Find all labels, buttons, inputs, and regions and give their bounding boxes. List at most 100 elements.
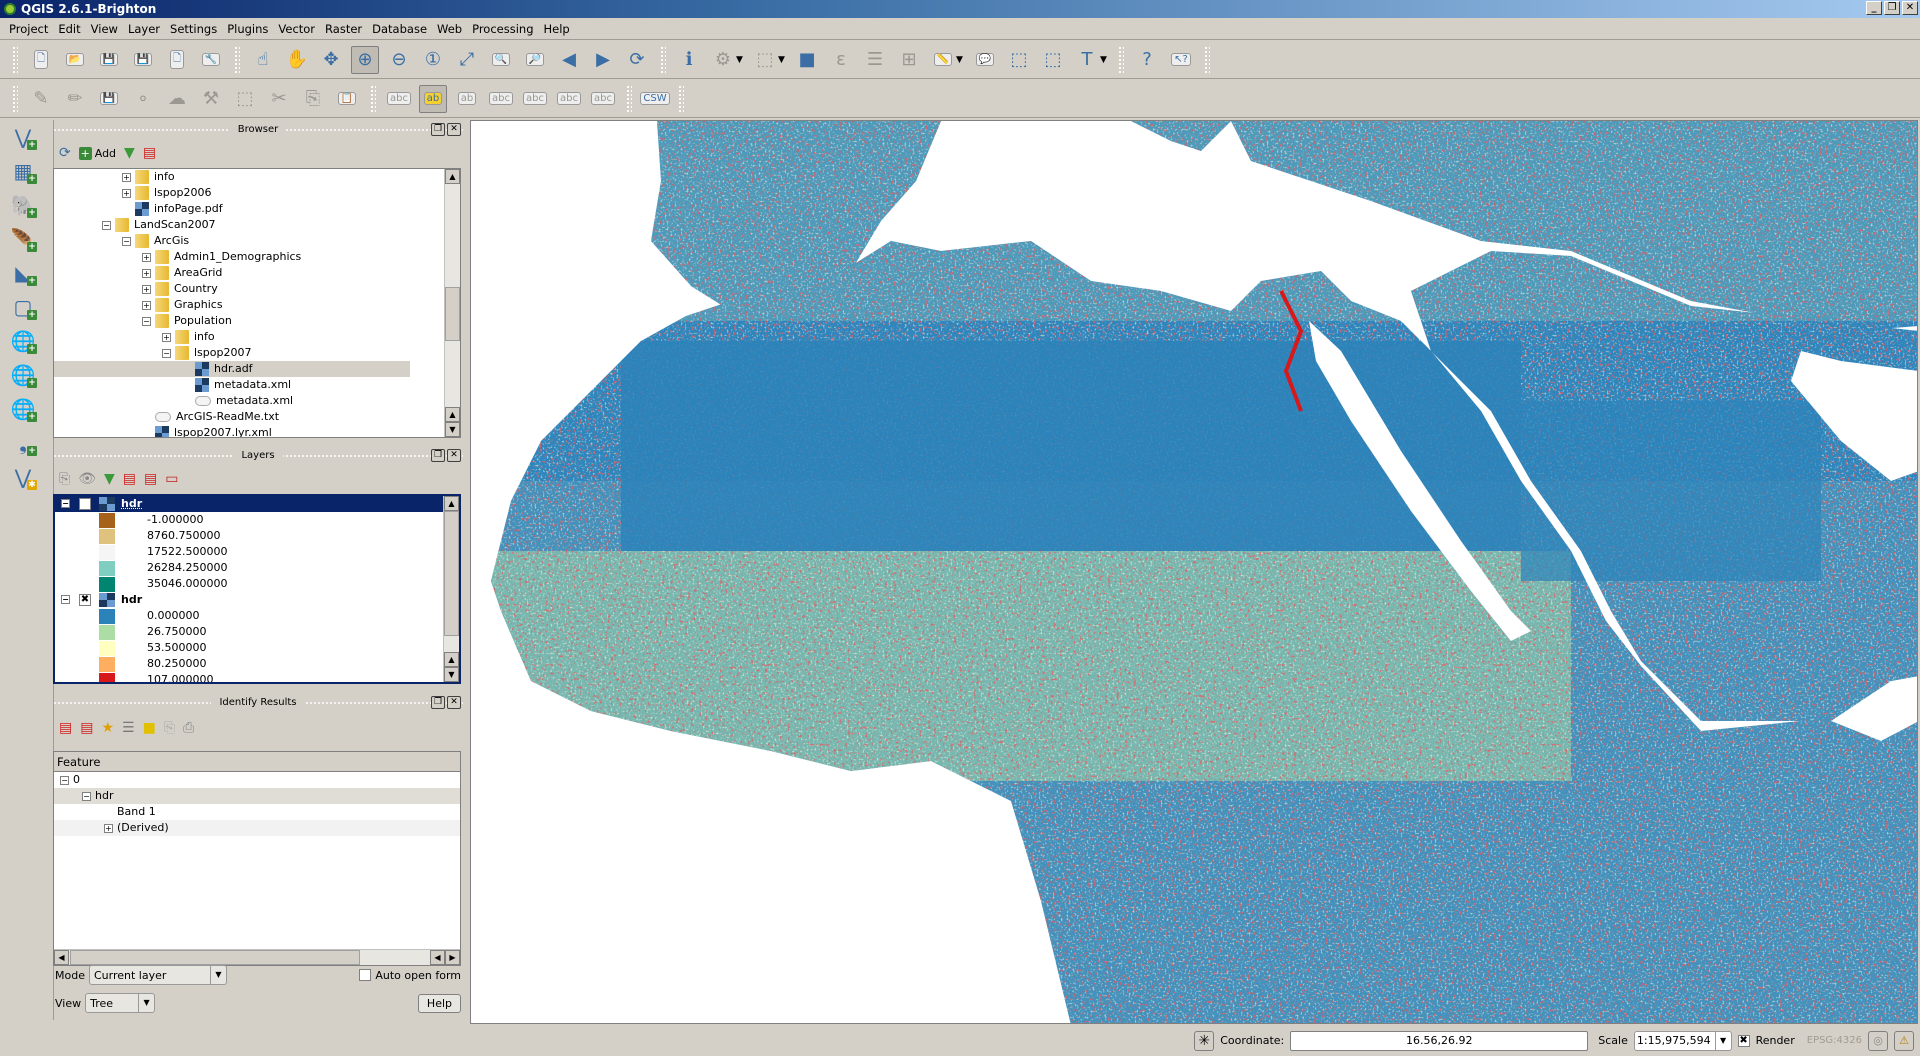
refresh-button[interactable]: ⟳ (623, 46, 651, 74)
browser-item[interactable]: + AreaGrid (54, 265, 460, 281)
manage-visibility-icon[interactable]: 👁 (78, 471, 96, 487)
select-by-expression-button[interactable]: ε (827, 46, 855, 74)
touch-zoom-pan-button[interactable]: ☝ (249, 46, 277, 74)
close-panel-button[interactable]: ✕ (447, 696, 461, 709)
toolbar-grip[interactable] (12, 45, 18, 74)
expand-icon[interactable]: + (104, 823, 113, 833)
browser-item[interactable]: + lspop2006 (54, 185, 460, 201)
menu-view[interactable]: View (86, 19, 123, 39)
identify-features-button[interactable]: ℹ (675, 46, 703, 74)
save-project-button[interactable]: 💾 (95, 46, 123, 74)
expand-all-icon[interactable]: ▤ (123, 471, 136, 487)
new-print-composer-button[interactable]: 🗋 (163, 46, 191, 74)
browser-item[interactable]: hdr.adf (54, 361, 410, 377)
toolbar-grip[interactable] (1118, 45, 1124, 74)
new-project-button[interactable]: 🗋 (27, 46, 55, 74)
chevron-down-icon[interactable]: ▼ (736, 55, 748, 65)
toolbar-grip[interactable] (626, 84, 632, 113)
float-panel-button[interactable]: ❐ (431, 449, 445, 462)
browser-item[interactable]: + info (54, 329, 460, 345)
layers-tree[interactable]: − hdr -1.000000 8760.750000 17522.500000 2628… (53, 494, 461, 684)
menu-database[interactable]: Database (367, 19, 432, 39)
show-bookmarks-button[interactable]: ⬚ (1039, 46, 1067, 74)
zoom-full-button[interactable]: ⤢ (453, 46, 481, 74)
run-feature-action-button[interactable]: ⚙ (709, 46, 737, 74)
scale-select[interactable]: 1:15,975,594 ▼ (1633, 1030, 1732, 1051)
menu-help[interactable]: Help (539, 19, 575, 39)
new-shapefile-layer-button[interactable]: ⋁ ✱ (3, 460, 43, 494)
layer-visibility-checkbox[interactable]: ✖ (79, 594, 91, 606)
layer-visibility-checkbox[interactable] (79, 498, 91, 510)
toolbar-grip[interactable] (678, 84, 684, 113)
menu-plugins[interactable]: Plugins (222, 19, 273, 39)
browser-item[interactable]: − ArcGis (54, 233, 460, 249)
expand-icon[interactable]: + (122, 172, 131, 182)
coordinate-field[interactable]: 16.56,26.92 (1290, 1030, 1589, 1051)
messages-warning-icon[interactable]: ⚠ (1894, 1030, 1914, 1051)
browser-item[interactable]: + info (54, 169, 460, 185)
browser-item[interactable]: + Country (54, 281, 460, 297)
collapse-icon[interactable]: − (162, 348, 171, 358)
map-canvas[interactable] (470, 120, 1918, 1024)
remove-layer-icon[interactable]: ▭ (165, 471, 178, 487)
browser-item[interactable]: metadata.xml (54, 377, 460, 393)
crs-status[interactable]: EPSG:4326 (1807, 1035, 1862, 1046)
add-wfs-layer-button[interactable]: 🌐 + (3, 392, 43, 426)
add-delimited-text-layer-button[interactable]: ❟ + (3, 426, 43, 460)
collapse-icon[interactable]: − (61, 499, 70, 508)
layer-item[interactable]: − hdr (55, 496, 445, 512)
refresh-icon[interactable]: ⟳ (59, 145, 71, 161)
minimize-button[interactable]: _ (1866, 1, 1882, 15)
toolbar-grip[interactable] (12, 84, 18, 113)
move-feature-button[interactable]: ☁ (163, 85, 191, 113)
select-features-button[interactable]: ⬚ (751, 46, 779, 74)
browser-item[interactable]: infoPage.pdf (54, 201, 460, 217)
toolbar-grip[interactable] (1204, 45, 1210, 74)
menu-processing[interactable]: Processing (467, 19, 538, 39)
help-button[interactable]: Help (417, 993, 461, 1013)
zoom-out-button[interactable]: ⊖ (385, 46, 413, 74)
browser-item[interactable]: ArcGIS-ReadMe.txt (54, 409, 460, 425)
composer-manager-button[interactable]: 🔧 (197, 46, 225, 74)
chevron-down-icon[interactable]: ▼ (1100, 55, 1112, 65)
menu-web[interactable]: Web (432, 19, 467, 39)
layer-item[interactable]: − ✖ hdr (55, 592, 459, 608)
feature-column-header[interactable]: Feature (54, 752, 460, 772)
browser-item[interactable]: lspop2007.lyr.xml (54, 425, 460, 437)
measure-line-button[interactable]: 📏 (929, 46, 957, 74)
collapse-all-icon[interactable]: ▤ (143, 145, 156, 161)
save-as-button[interactable]: 💾 (129, 46, 157, 74)
expand-icon[interactable]: ▤ (59, 720, 72, 736)
browser-item[interactable]: − LandScan2007 (54, 217, 460, 233)
expand-icon[interactable]: + (142, 252, 151, 262)
copy-feature-icon[interactable]: ⎘ (164, 720, 175, 736)
menu-vector[interactable]: Vector (273, 19, 320, 39)
paste-features-button[interactable]: 📋 (333, 85, 361, 113)
toolbar-grip[interactable] (370, 84, 376, 113)
add-mssql-layer-button[interactable]: ◣ + (3, 256, 43, 290)
zoom-last-button[interactable]: ◀ (555, 46, 583, 74)
zoom-native-button[interactable]: ① (419, 46, 447, 74)
close-panel-button[interactable]: ✕ (447, 449, 461, 462)
menu-layer[interactable]: Layer (123, 19, 165, 39)
collapse-icon[interactable]: ▤ (80, 720, 93, 736)
identify-result-row[interactable]: − hdr (54, 788, 460, 804)
collapse-all-icon[interactable]: ▤ (144, 471, 157, 487)
auto-open-form-checkbox[interactable] (359, 969, 372, 981)
label-visibility-button[interactable]: abc (487, 85, 515, 113)
expand-icon[interactable]: + (142, 284, 151, 294)
view-select[interactable]: Tree ▼ (85, 993, 156, 1013)
collapse-icon[interactable]: − (142, 316, 151, 326)
open-attribute-table-button[interactable]: ☰ (861, 46, 889, 74)
add-oracle-layer-button[interactable]: ▢ + (3, 290, 43, 324)
add-button[interactable]: + Add (78, 146, 116, 160)
open-form-icon[interactable]: ☰ (122, 720, 135, 736)
browser-tree[interactable]: + info + lspop2006 infoPage.pdf − LandScan2007… (53, 168, 461, 438)
add-wcs-layer-button[interactable]: 🌐 + (3, 358, 43, 392)
add-spatialite-layer-button[interactable]: 🪶 + (3, 222, 43, 256)
zoom-to-layer-button[interactable]: 🔎 (521, 46, 549, 74)
chevron-down-icon[interactable]: ▼ (778, 55, 790, 65)
pan-map-button[interactable]: ✋ (283, 46, 311, 74)
collapse-icon[interactable]: − (102, 220, 111, 230)
identify-result-row[interactable]: + (Derived) (54, 820, 460, 836)
